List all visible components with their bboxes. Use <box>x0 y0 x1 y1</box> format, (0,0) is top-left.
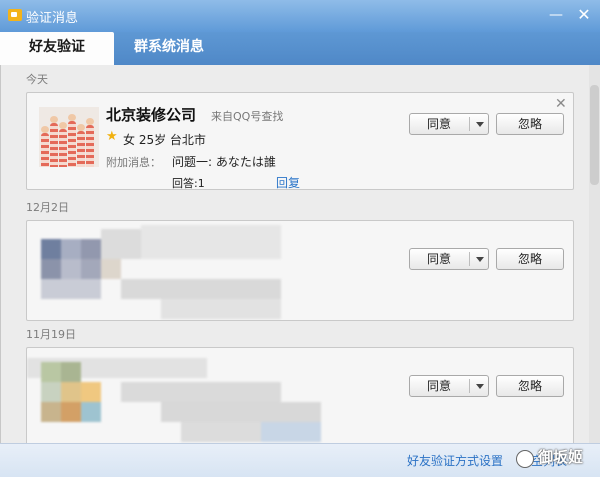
close-icon: ✕ <box>577 5 591 24</box>
verification-window: 验证消息 — ✕ 好友验证 群系统消息 今天 北京装修公司 来自QQ号查找 ★ … <box>0 0 600 477</box>
scrollbar-thumb[interactable] <box>590 85 599 185</box>
title-bar[interactable]: 验证消息 — ✕ <box>0 0 600 32</box>
blurred-content <box>27 221 282 320</box>
ignore-button[interactable]: 忽略 <box>496 248 564 270</box>
vertical-scrollbar[interactable] <box>589 65 600 443</box>
request-card-blurred: 同意 忽略 <box>26 220 574 321</box>
minimize-icon: — <box>549 7 563 23</box>
dismiss-icon[interactable]: ✕ <box>555 96 567 112</box>
agree-label: 同意 <box>426 379 451 393</box>
footer-bar: 好友验证方式设置 清空列表 <box>0 443 600 477</box>
agree-button[interactable]: 同意 <box>409 375 489 397</box>
requester-name[interactable]: 北京装修公司 <box>106 104 196 125</box>
verification-answer: 回答:1 <box>172 177 205 190</box>
ignore-button[interactable]: 忽略 <box>496 113 564 135</box>
request-card-blurred: 同意 忽略 <box>26 347 574 443</box>
requester-info: 女 25岁 台北市 <box>123 133 206 147</box>
date-label-nov-19: 11月19日 <box>26 328 76 341</box>
speaker-icon <box>8 9 22 21</box>
date-label-today: 今天 <box>26 73 48 86</box>
tab-group-system-messages[interactable]: 群系统消息 <box>114 32 224 65</box>
reply-link[interactable]: 回复 <box>276 174 300 191</box>
agree-button[interactable]: 同意 <box>409 248 489 270</box>
verification-settings-link[interactable]: 好友验证方式设置 <box>407 452 503 469</box>
chevron-down-icon[interactable] <box>476 122 484 127</box>
request-source: 来自QQ号查找 <box>211 110 284 123</box>
message-list: 今天 北京装修公司 来自QQ号查找 ★ 女 25岁 台北市 附加消息： 问题一:… <box>0 65 600 443</box>
avatar[interactable] <box>39 107 99 167</box>
minimize-button[interactable]: — <box>546 6 566 24</box>
window-title: 验证消息 <box>26 11 79 26</box>
agree-label: 同意 <box>426 117 451 131</box>
blurred-content <box>27 348 327 443</box>
ignore-button[interactable]: 忽略 <box>496 375 564 397</box>
wechat-logo-icon <box>516 450 534 468</box>
date-label-dec-2: 12月2日 <box>26 201 69 214</box>
watermark: 御坂姬 <box>516 444 600 472</box>
chevron-down-icon[interactable] <box>476 257 484 262</box>
agree-button[interactable]: 同意 <box>409 113 489 135</box>
watermark-text: 御坂姬 <box>538 448 584 466</box>
extra-message-label: 附加消息： <box>106 156 161 169</box>
close-button[interactable]: ✕ <box>574 6 594 24</box>
star-icon: ★ <box>106 129 118 144</box>
request-card: 北京装修公司 来自QQ号查找 ★ 女 25岁 台北市 附加消息： 问题一: あな… <box>26 92 574 190</box>
verification-question: 问题一: あなたは誰 <box>172 155 276 169</box>
tab-bar: 好友验证 群系统消息 <box>0 32 600 65</box>
agree-label: 同意 <box>426 252 451 266</box>
tab-friend-verification[interactable]: 好友验证 <box>0 32 114 65</box>
chevron-down-icon[interactable] <box>476 384 484 389</box>
